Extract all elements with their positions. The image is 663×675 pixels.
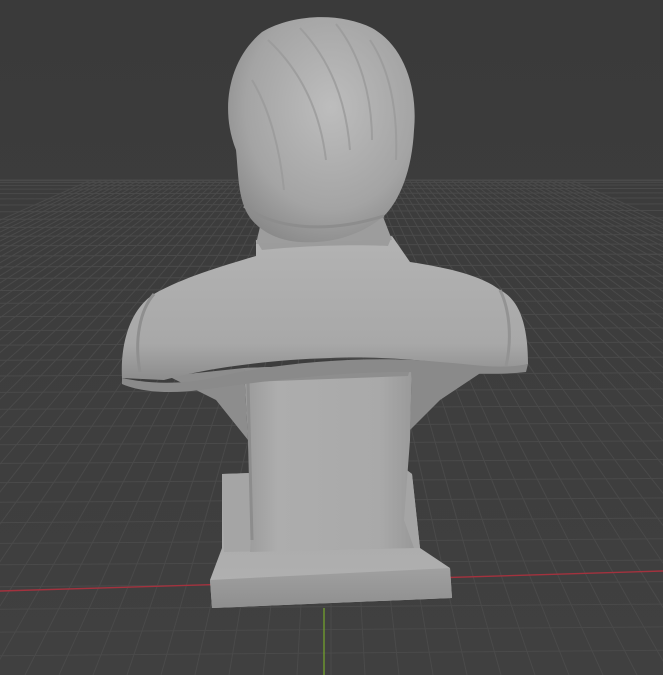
- viewport-canvas[interactable]: [0, 0, 663, 675]
- bust-column: [244, 362, 414, 552]
- 3d-viewport[interactable]: [0, 0, 663, 675]
- bust-hair: [228, 17, 415, 243]
